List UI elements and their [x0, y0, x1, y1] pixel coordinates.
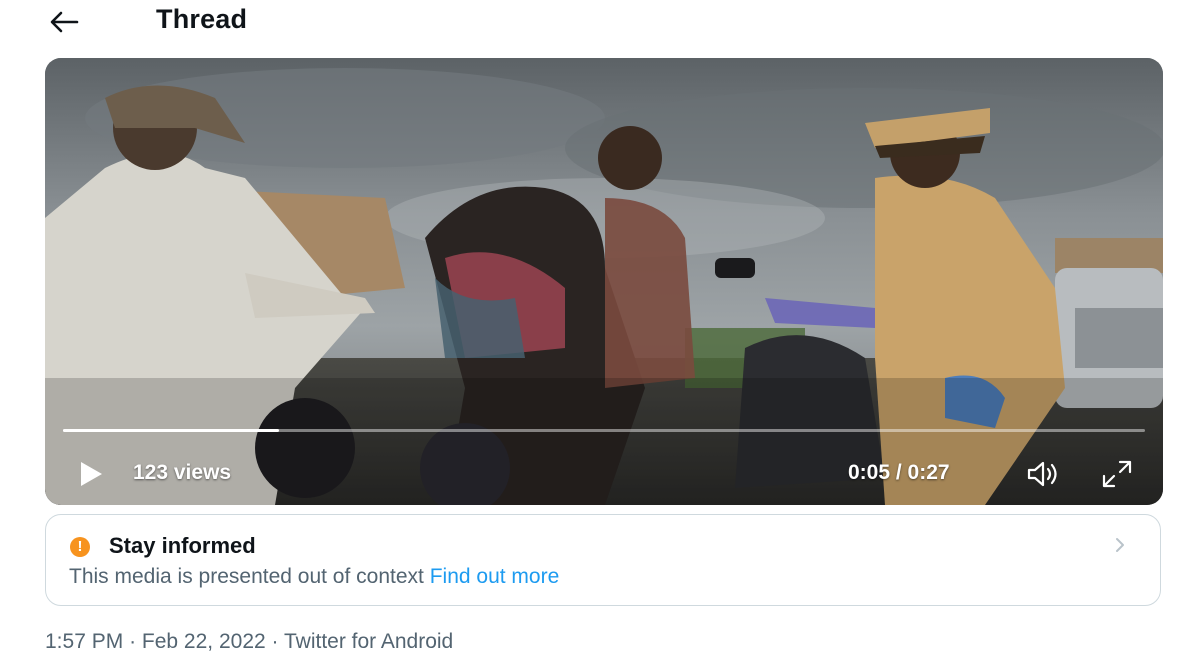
tweet-thread-page: Thread 123 views 0:05 / 0:27 ! Stay info…	[0, 0, 1200, 665]
progress-fill	[63, 429, 280, 432]
thread-header: Thread	[0, 0, 1200, 48]
play-button[interactable]	[73, 456, 109, 492]
find-out-more-link[interactable]: Find out more	[430, 565, 560, 588]
video-player[interactable]: 123 views 0:05 / 0:27	[45, 58, 1163, 505]
tweet-date[interactable]: Feb 22, 2022	[142, 630, 266, 653]
arrow-left-icon	[50, 11, 79, 33]
volume-button[interactable]	[1023, 456, 1063, 492]
video-frame	[45, 58, 1163, 505]
progress-bar[interactable]	[63, 429, 1145, 432]
view-count: 123 views	[133, 461, 232, 484]
tweet-source: Twitter for Android	[283, 630, 454, 653]
meta-separator: ·	[129, 630, 137, 653]
tweet-time[interactable]: 1:57 PM	[45, 630, 123, 653]
fullscreen-button[interactable]	[1097, 456, 1137, 492]
stay-informed-notice[interactable]: ! Stay informed This media is presented …	[45, 514, 1161, 606]
meta-separator: ·	[271, 630, 279, 653]
chevron-right-icon	[1116, 538, 1124, 552]
notice-title: Stay informed	[109, 533, 256, 558]
notice-text: This media is presented out of context	[69, 565, 424, 588]
fullscreen-icon	[1102, 460, 1132, 488]
warning-icon: !	[70, 537, 90, 557]
play-icon	[81, 462, 102, 486]
notice-body: This media is presented out of context F…	[69, 565, 559, 589]
page-title: Thread	[156, 4, 248, 34]
tweet-metadata: 1:57 PM · Feb 22, 2022 · Twitter for And…	[45, 630, 453, 654]
back-button[interactable]	[44, 2, 84, 42]
volume-icon	[1027, 461, 1057, 487]
video-controls: 123 views 0:05 / 0:27	[45, 448, 1163, 498]
video-time: 0:05 / 0:27	[848, 461, 950, 484]
